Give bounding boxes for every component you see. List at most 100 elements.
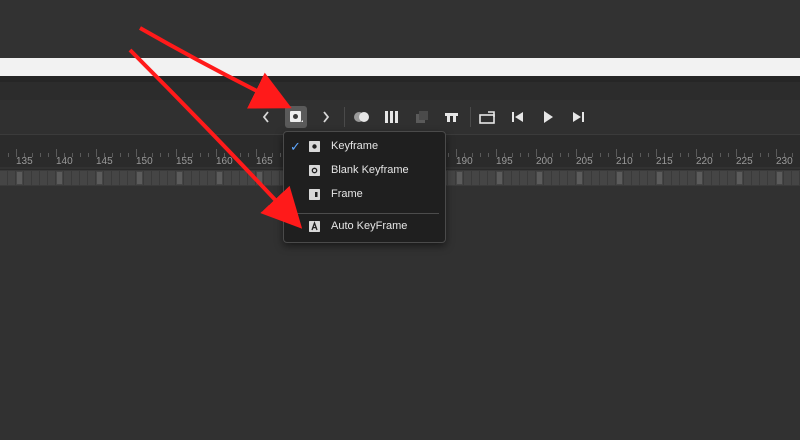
frame-cell [712,171,719,185]
frame-marker [697,172,702,184]
frame-cell [88,171,95,185]
frame-cell [120,171,127,185]
frame-cell [664,171,671,185]
ruler-tick [584,153,585,157]
ruler-tick [168,153,169,157]
frame-icon [309,189,320,200]
step-back-icon[interactable] [507,106,529,128]
ruler-tick [752,153,753,157]
menu-item-label: Keyframe [331,140,379,152]
frame-cell [0,171,7,185]
ruler-tick [608,153,609,157]
menu-item-label: Blank Keyframe [331,164,409,176]
frame-marker [457,172,462,184]
frame-cell [472,171,479,185]
ruler-tick [520,153,521,157]
ruler-tick [648,153,649,157]
clone-icon[interactable] [411,106,433,128]
ruler-label: 215 [656,156,673,167]
ruler-tick [680,153,681,157]
ruler-tick [552,153,553,157]
frame-cell [208,171,215,185]
frame-marker [257,172,262,184]
ruler-tick [176,149,177,157]
ruler-label: 190 [456,156,473,167]
frame-cell [248,171,255,185]
frame-cell [632,171,639,185]
frame-cell [168,171,175,185]
next-keyframe-icon[interactable] [315,106,337,128]
frame-cell [568,171,575,185]
frame-cell [464,171,471,185]
frame-marker [497,172,502,184]
ruler-tick [688,153,689,157]
frame-marker [617,172,622,184]
ruler-tick [96,149,97,157]
ruler-tick [616,149,617,157]
frame-cell [680,171,687,185]
ruler-tick [560,153,561,157]
frame-cell [768,171,775,185]
menu-item-frame[interactable]: Frame [284,184,445,208]
step-forward-icon[interactable] [567,106,589,128]
prev-keyframe-icon[interactable] [255,106,277,128]
menu-item-label: Frame [331,188,363,200]
top-panel [0,0,800,58]
ruler-tick [672,153,673,157]
frame-cell [552,171,559,185]
loop-icon[interactable] [441,106,463,128]
ruler-tick [248,153,249,157]
frame-cell [264,171,271,185]
frame-marker [657,172,662,184]
frame-cell [560,171,567,185]
frame-cell [160,171,167,185]
ruler-tick [192,153,193,157]
menu-item-blank-keyframe[interactable]: Blank Keyframe [284,160,445,184]
frame-cell [24,171,31,185]
ruler-tick [472,153,473,157]
frame-cell [584,171,591,185]
ruler-tick [216,149,217,157]
ruler-tick [504,153,505,157]
menu-item-label: Auto KeyFrame [331,220,408,232]
ruler-tick [496,149,497,157]
ruler-tick [88,153,89,157]
ruler-tick [112,153,113,157]
ruler-tick [56,149,57,157]
ruler-tick [600,153,601,157]
frame-marker [177,172,182,184]
frame-marker [737,172,742,184]
frame-cell [72,171,79,185]
frame-cell [8,171,15,185]
onion-skin-icon[interactable] [351,106,373,128]
frame-cell [112,171,119,185]
frame-view-icon[interactable] [381,106,403,128]
ruler-tick [64,153,65,157]
frame-cell [528,171,535,185]
menu-item-auto-keyframe[interactable]: Auto KeyFrame [284,216,445,240]
ruler-label: 145 [96,156,113,167]
ruler-label: 195 [496,156,513,167]
ruler-tick [776,149,777,157]
ruler-tick [32,153,33,157]
ruler-label: 165 [256,156,273,167]
frame-cell [672,171,679,185]
frame-cell [760,171,767,185]
export-icon[interactable] [477,106,499,128]
ruler-tick [592,153,593,157]
play-icon[interactable] [537,106,559,128]
ruler-label: 220 [696,156,713,167]
ruler-label: 155 [176,156,193,167]
ruler-tick [536,149,537,157]
insert-keyframe-icon[interactable] [285,106,307,128]
ruler-label: 205 [576,156,593,167]
ruler-tick [72,153,73,157]
menu-item-keyframe[interactable]: ✓ Keyframe [284,136,445,160]
ruler-tick [40,153,41,157]
ruler-tick [792,153,793,157]
ruler-tick [24,153,25,157]
ruler-tick [464,153,465,157]
frame-cell [624,171,631,185]
ruler-tick [152,153,153,157]
ruler-tick [760,153,761,157]
